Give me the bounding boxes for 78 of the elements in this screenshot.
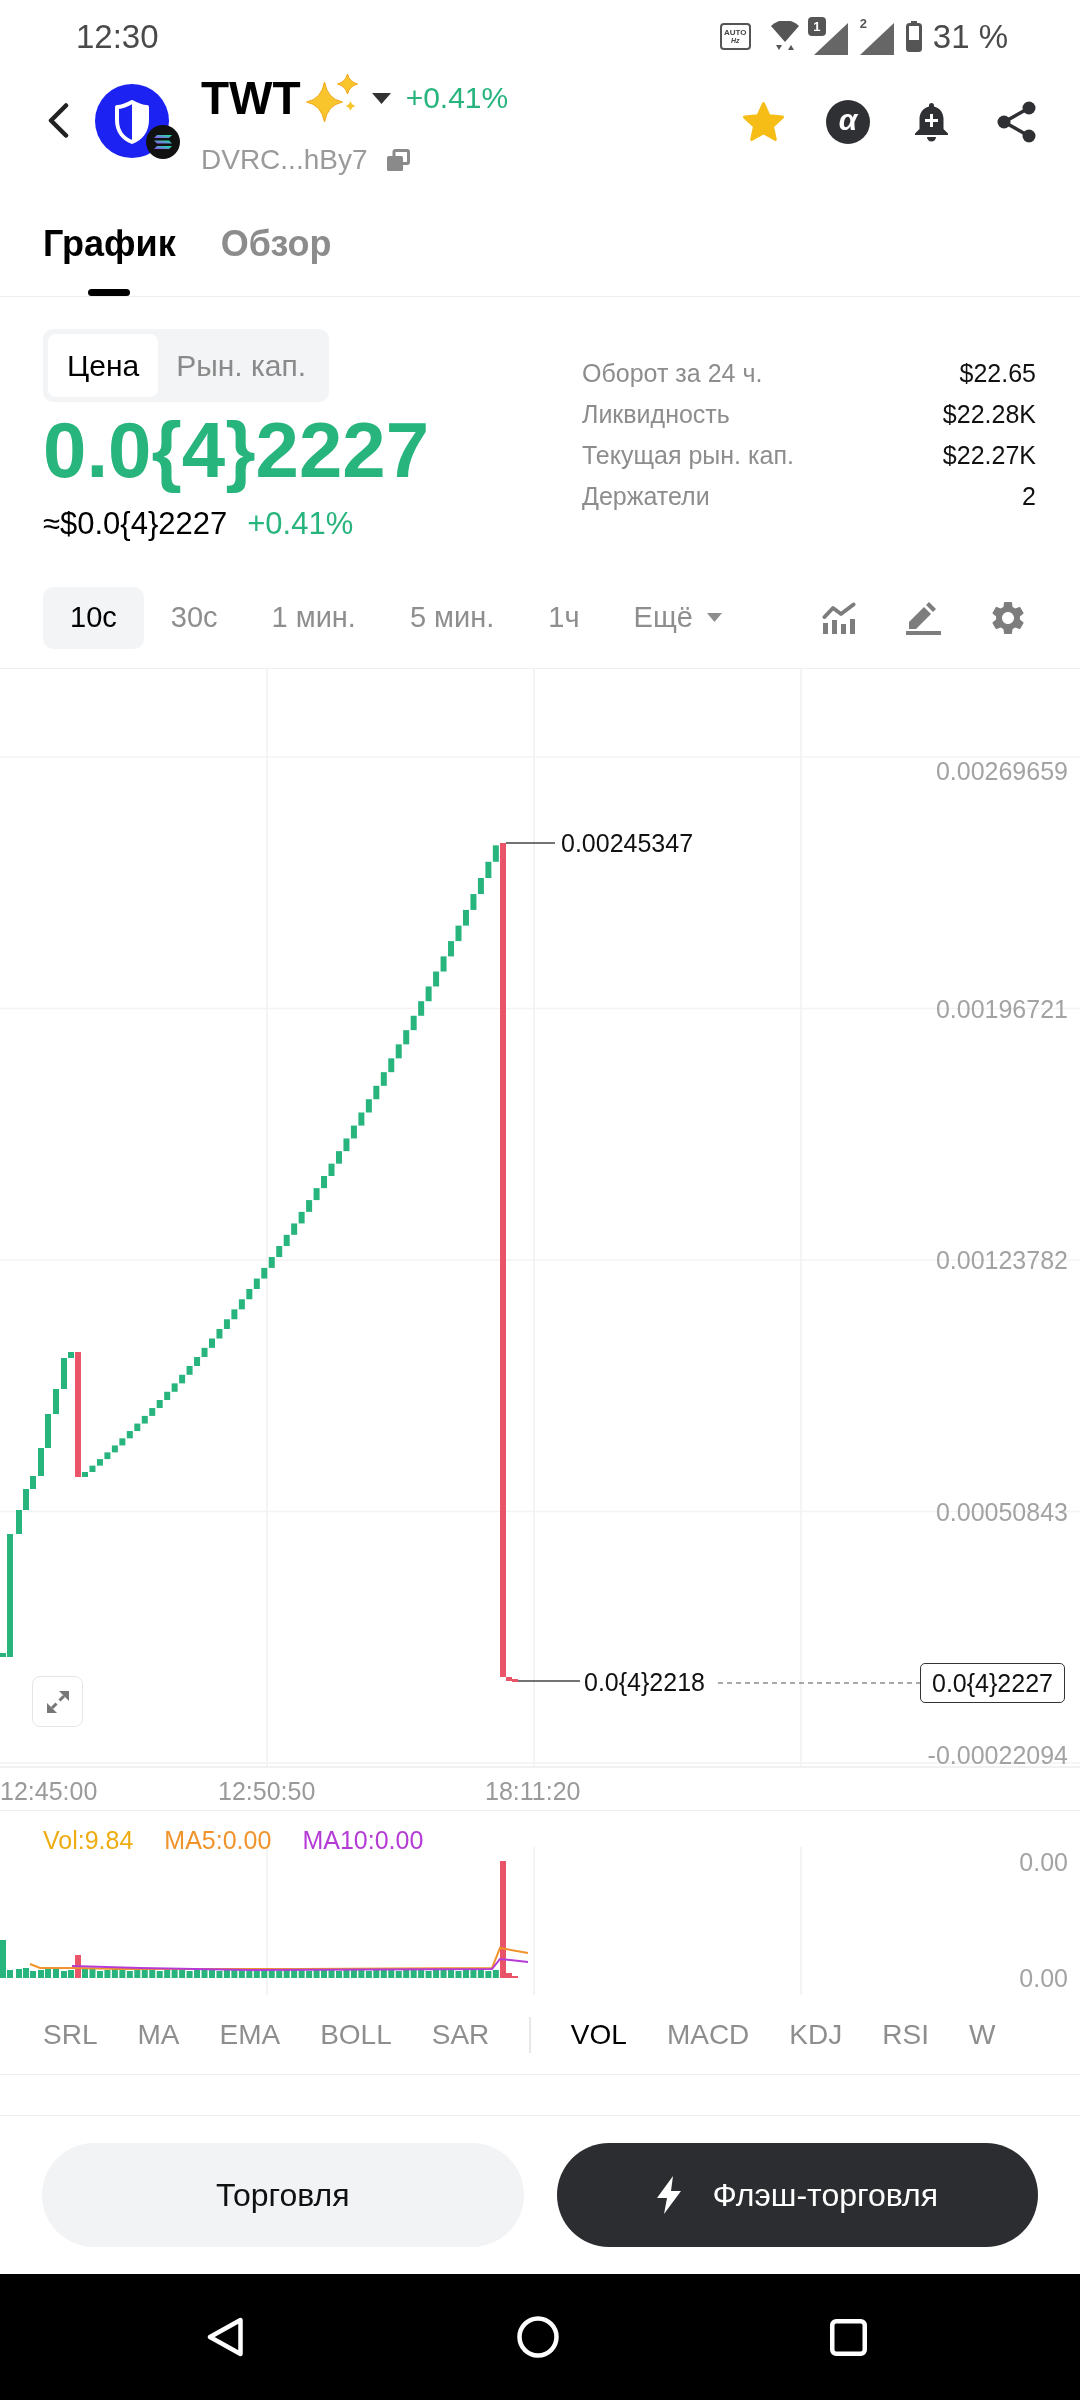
indicator-tab[interactable]: SAR xyxy=(431,2020,490,2049)
indicator-tab[interactable]: BOLL xyxy=(320,2020,392,2049)
volume-legend-text: MA5:0.00 xyxy=(164,1825,272,1855)
timeframe-tab[interactable]: 5 мин. xyxy=(382,586,522,649)
stat-label: Держатели xyxy=(582,484,710,509)
bell-plus-icon[interactable] xyxy=(913,101,950,143)
volume-legend-text: Vol:9.84 xyxy=(43,1825,134,1855)
chain-badge-icon xyxy=(146,125,180,159)
high-price-label: 0.00245347 xyxy=(561,830,694,856)
tab[interactable]: График xyxy=(43,190,176,296)
price-change: +0.41% xyxy=(247,507,354,539)
pencil-icon[interactable] xyxy=(906,600,941,635)
indicator-tab[interactable]: KDJ xyxy=(789,2020,843,2049)
battery-percent: 31 % xyxy=(932,19,1008,53)
timeframe-tab[interactable]: 1 мин. xyxy=(244,586,383,649)
status-time: 12:30 xyxy=(76,19,159,53)
expand-button[interactable] xyxy=(32,1676,83,1727)
lightning-icon xyxy=(656,2176,683,2214)
contract-address: DVRC...hBy7 xyxy=(201,146,368,174)
mode-tab[interactable]: Рын. кап. xyxy=(158,334,324,397)
usd-price: ≈$0.0{4}2227 xyxy=(43,507,228,539)
signal-icon xyxy=(813,23,848,55)
leader-line xyxy=(517,1680,581,1682)
indicator-tab[interactable]: MACD xyxy=(666,2020,750,2049)
indicator-chart-icon[interactable] xyxy=(822,601,856,634)
stat-value: $22.65 xyxy=(959,361,1036,386)
back-icon[interactable] xyxy=(47,103,69,138)
time-axis-label: 18:11:20 xyxy=(485,1778,581,1804)
indicator-tab[interactable]: MA xyxy=(137,2020,180,2049)
caret-down-icon xyxy=(706,613,722,622)
indicator-tab[interactable]: SRL xyxy=(43,2020,98,2049)
wifi-icon xyxy=(768,21,801,51)
time-axis-label: 12:50:50 xyxy=(218,1778,316,1804)
more-dropdown[interactable]: Ещё xyxy=(606,586,722,649)
volume-axis-label: 0.00 xyxy=(1019,1965,1068,1991)
sim-badge: 1 xyxy=(807,17,826,36)
timeframe-tab[interactable]: 1ч xyxy=(521,586,607,649)
price-change: +0.41% xyxy=(405,83,509,113)
share-icon[interactable] xyxy=(997,101,1036,143)
stat-label: Оборот за 24 ч. xyxy=(582,361,763,386)
caret-down-icon[interactable] xyxy=(371,92,391,104)
expand-icon xyxy=(45,1689,70,1714)
volume-bar xyxy=(75,1955,81,1978)
indicator-tab[interactable]: RSI xyxy=(882,2020,929,2049)
leader-line xyxy=(505,842,556,844)
home-icon[interactable] xyxy=(517,2316,559,2358)
price-axis-label: -0.00022094 xyxy=(927,1742,1068,1768)
price-axis-label: 0.00050843 xyxy=(935,1499,1068,1524)
low-price-label: 0.0{4}2218 xyxy=(584,1669,705,1695)
stat-label: Ликвидность xyxy=(582,402,730,427)
timeframe-tab[interactable]: 10с xyxy=(43,586,144,649)
price-axis-label: 0.00196721 xyxy=(935,996,1068,1021)
last-price-tag: 0.0{4}2227 xyxy=(920,1663,1065,1703)
stat-value: 2 xyxy=(1022,484,1036,509)
time-axis-label: 12:45:00 xyxy=(0,1778,98,1804)
volume-axis-label: 0.00 xyxy=(1019,1849,1068,1875)
volume-legend-text: MA10:0.00 xyxy=(302,1825,424,1855)
timeframe-tab[interactable]: 30с xyxy=(143,586,245,649)
token-symbol: TWT xyxy=(201,75,301,121)
tab[interactable]: Обзор xyxy=(220,190,332,296)
sparkle-icon xyxy=(305,74,358,122)
indicator-tab[interactable]: EMA xyxy=(219,2020,281,2049)
price-axis-label: 0.00269659 xyxy=(935,758,1068,784)
recents-icon[interactable] xyxy=(830,2318,867,2356)
indicator-tab[interactable]: VOL xyxy=(570,2020,627,2049)
alpha-button[interactable]: α xyxy=(826,100,870,144)
price-axis-label: 0.00123782 xyxy=(935,1247,1068,1273)
copy-icon[interactable] xyxy=(386,149,410,171)
flash-trade-button[interactable]: Флэш-торговля xyxy=(556,2143,1038,2247)
stat-value: $22.27K xyxy=(942,443,1036,468)
star-icon[interactable] xyxy=(741,101,786,143)
trade-button[interactable]: Торговля xyxy=(42,2143,524,2247)
mode-tab[interactable]: Цена xyxy=(48,334,159,397)
stat-label: Текущая рын. кап. xyxy=(582,443,794,468)
indicator-tab[interactable]: W xyxy=(968,2020,996,2049)
battery-icon xyxy=(905,20,922,52)
sim-label: 2 xyxy=(859,17,867,30)
stat-value: $22.28K xyxy=(942,402,1036,427)
